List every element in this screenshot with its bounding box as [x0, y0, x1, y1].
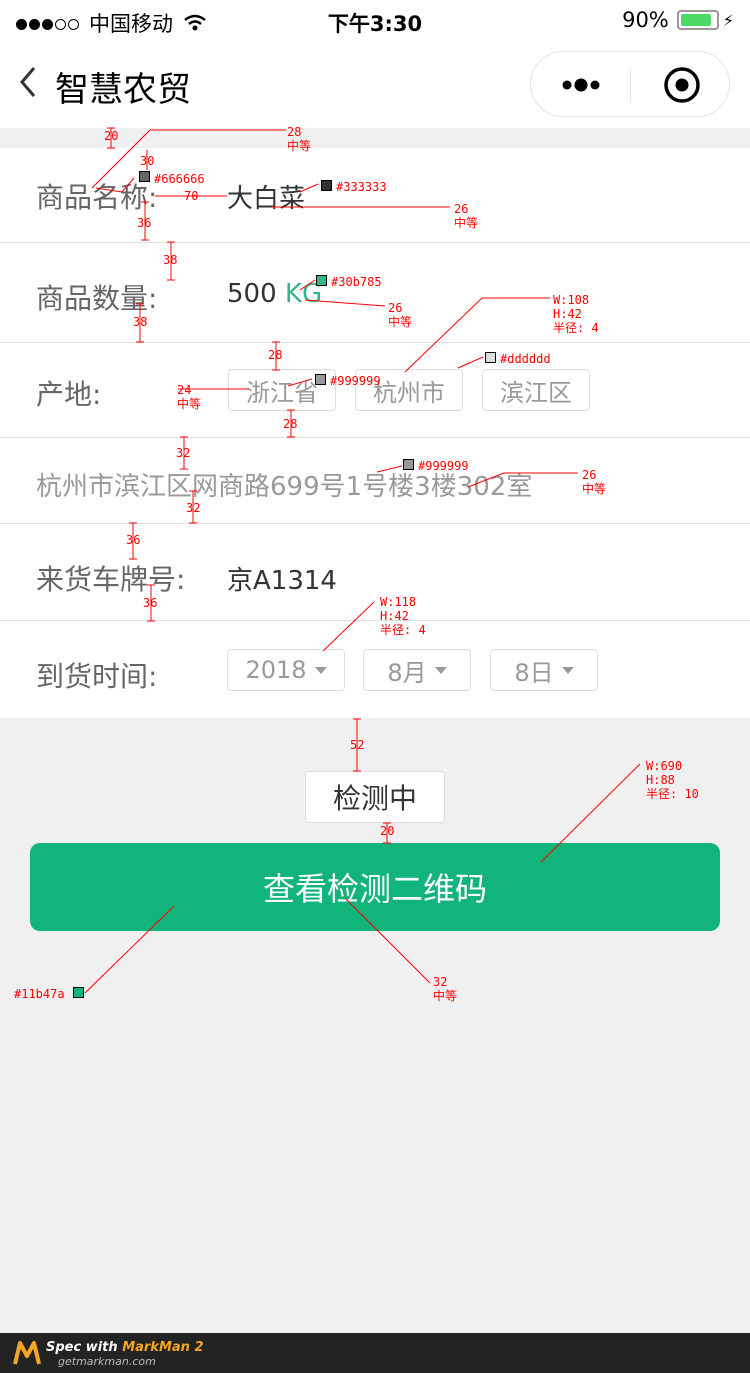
color-spec-label: #666666: [154, 172, 205, 186]
spacing-label: 20: [104, 129, 119, 143]
markman-logo-icon: [13, 1341, 41, 1365]
color-spec-label: #11b47a: [14, 987, 65, 1001]
footer-brand: MarkMan 2: [122, 1340, 204, 1355]
color-spec-label: #30b785: [331, 275, 382, 289]
font-spec-label: 32 中等: [433, 975, 458, 1003]
color-swatch: [139, 171, 150, 182]
spec-overlay-lines: [84, 127, 641, 994]
color-spec-label: #999999: [418, 459, 469, 473]
spacing-label: 36: [126, 533, 141, 547]
color-spec-label: #dddddd: [500, 352, 551, 366]
color-swatch: [315, 374, 326, 385]
footer-title-prefix: Spec with: [46, 1340, 123, 1355]
spacing-label: 30: [140, 154, 155, 168]
font-spec-label: 26 中等: [582, 468, 607, 496]
font-spec-label: 26 中等: [454, 202, 479, 230]
spacing-label: 32: [176, 446, 191, 460]
footer-site: getmarkman.com: [58, 1355, 156, 1368]
spacing-label: 36: [137, 216, 152, 230]
size-spec-label: W:118 H:42 半径: 4: [380, 595, 426, 637]
color-swatch: [316, 275, 327, 286]
spacing-label: 52: [350, 738, 365, 752]
footer-title: Spec with MarkMan 2: [46, 1340, 204, 1355]
spacing-label: 38: [163, 253, 178, 267]
spacing-label: 38: [133, 315, 148, 329]
markman-footer: Spec with MarkMan 2 getmarkman.com: [0, 1333, 750, 1373]
spacing-label: 32: [186, 501, 201, 515]
size-spec-label: W:690 H:88 半径: 10: [646, 759, 699, 801]
color-spec-label: #999999: [330, 374, 381, 388]
font-spec-label: 28 中等: [287, 125, 312, 153]
spacing-label: 20: [380, 824, 395, 838]
color-swatch: [321, 180, 332, 191]
size-spec-label: W:108 H:42 半径: 4: [553, 293, 599, 335]
spacing-label: 28: [283, 417, 298, 431]
spacing-label: 70: [184, 189, 199, 203]
color-spec-label: #333333: [336, 180, 387, 194]
font-spec-label: 26 中等: [388, 301, 413, 329]
spacing-label: 28: [268, 348, 283, 362]
color-swatch: [403, 459, 414, 470]
spacing-label: 36: [143, 596, 158, 610]
font-spec-label: 24 中等: [177, 383, 202, 411]
color-swatch: [485, 352, 496, 363]
color-swatch: [73, 987, 84, 998]
